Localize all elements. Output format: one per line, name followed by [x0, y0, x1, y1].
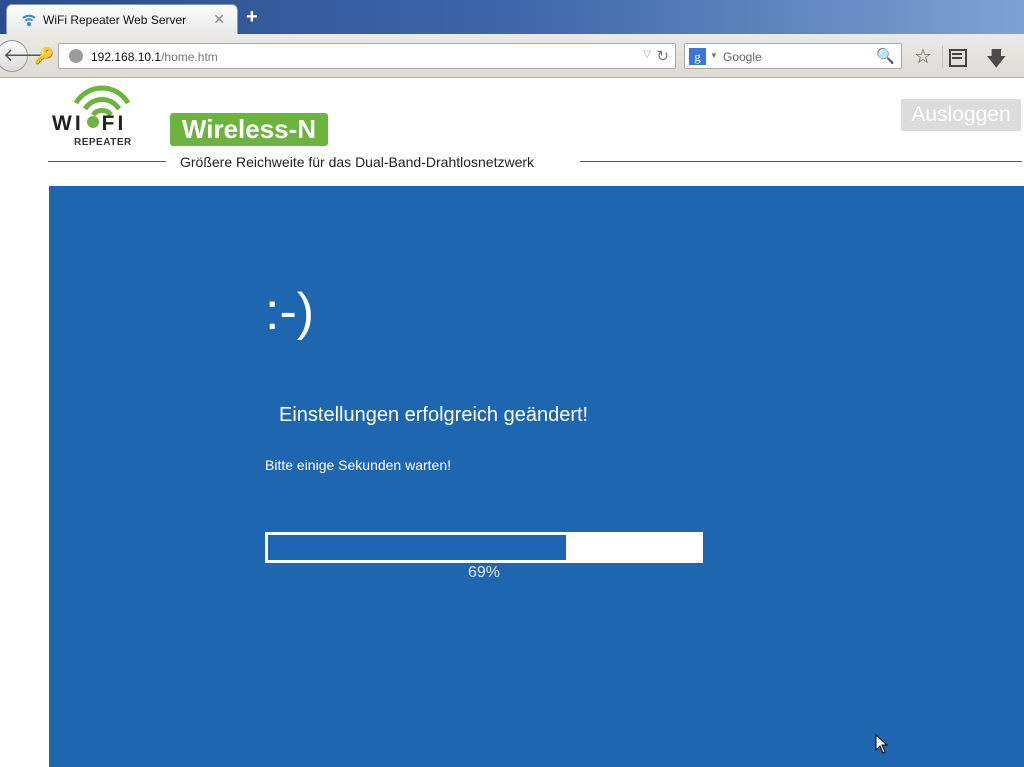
magnifier-icon[interactable]: 🔍 — [876, 47, 895, 65]
globe-icon — [69, 49, 83, 63]
wifi-left: WI — [52, 112, 84, 135]
logout-button[interactable]: Ausloggen — [901, 99, 1021, 131]
download-arrow-icon[interactable]: 🡇 — [986, 44, 1007, 78]
divider-right — [580, 161, 1022, 162]
progress-label: 69% — [467, 564, 501, 581]
key-icon[interactable]: 🔑 — [34, 46, 54, 66]
browser-tab[interactable]: WiFi Repeater Web Server ✕ — [6, 4, 238, 34]
url-path: /home.htm — [161, 50, 218, 64]
toolbar-separator — [942, 46, 943, 68]
success-message: Einstellungen erfolgreich geändert! — [279, 404, 589, 426]
smiley-emoticon: :-) — [265, 283, 315, 341]
search-bar[interactable]: g ▼ Google 🔍 — [684, 43, 902, 69]
address-bar[interactable]: 192.168.10.1/home.htm ▽ ↻ — [58, 43, 676, 69]
progress-bar — [265, 532, 703, 563]
progress-fill — [268, 535, 566, 560]
navigation-toolbar: 🡐 🔑 192.168.10.1/home.htm ▽ ↻ g ▼ Google… — [0, 34, 1024, 78]
reload-icon[interactable]: ↻ — [656, 47, 669, 65]
back-button[interactable]: 🡐 — [0, 40, 51, 72]
wifi-repeater-logo: WI FI REPEATER — [52, 81, 152, 151]
clipboard-icon[interactable] — [948, 46, 967, 67]
wifi-dot — [86, 116, 99, 128]
wifi-icon — [21, 12, 37, 28]
browser-title-bar: WiFi Repeater Web Server ✕ + — [0, 0, 1024, 34]
wifi-right: FI — [101, 112, 127, 135]
star-icon[interactable]: ☆ — [914, 44, 932, 69]
history-dropdown-icon[interactable]: ▽ — [643, 49, 651, 60]
wifi-wordmark: WI FI — [52, 112, 126, 136]
url-text[interactable]: 192.168.10.1/home.htm — [91, 50, 218, 64]
divider-left — [48, 161, 166, 162]
logo-subtitle: REPEATER — [74, 137, 132, 148]
close-tab-icon[interactable]: ✕ — [213, 11, 225, 28]
status-panel: :-) Einstellungen erfolgreich geändert! … — [49, 186, 1024, 767]
tagline: Größere Reichweite für das Dual-Band-Dra… — [180, 154, 535, 170]
web-page: WI FI REPEATER Wireless-N Größere Reichwe… — [0, 79, 1024, 767]
url-host: 192.168.10.1 — [91, 50, 162, 64]
wait-message: Bitte einige Sekunden warten! — [265, 457, 452, 473]
search-engine-dropdown-icon[interactable]: ▼ — [710, 51, 718, 60]
tab-title: WiFi Repeater Web Server — [43, 13, 187, 27]
new-tab-button[interactable]: + — [246, 6, 258, 28]
search-input[interactable]: Google — [723, 50, 762, 64]
mouse-cursor-icon — [875, 734, 889, 754]
wireless-n-badge: Wireless-N — [170, 113, 328, 146]
google-icon[interactable]: g — [689, 48, 706, 65]
